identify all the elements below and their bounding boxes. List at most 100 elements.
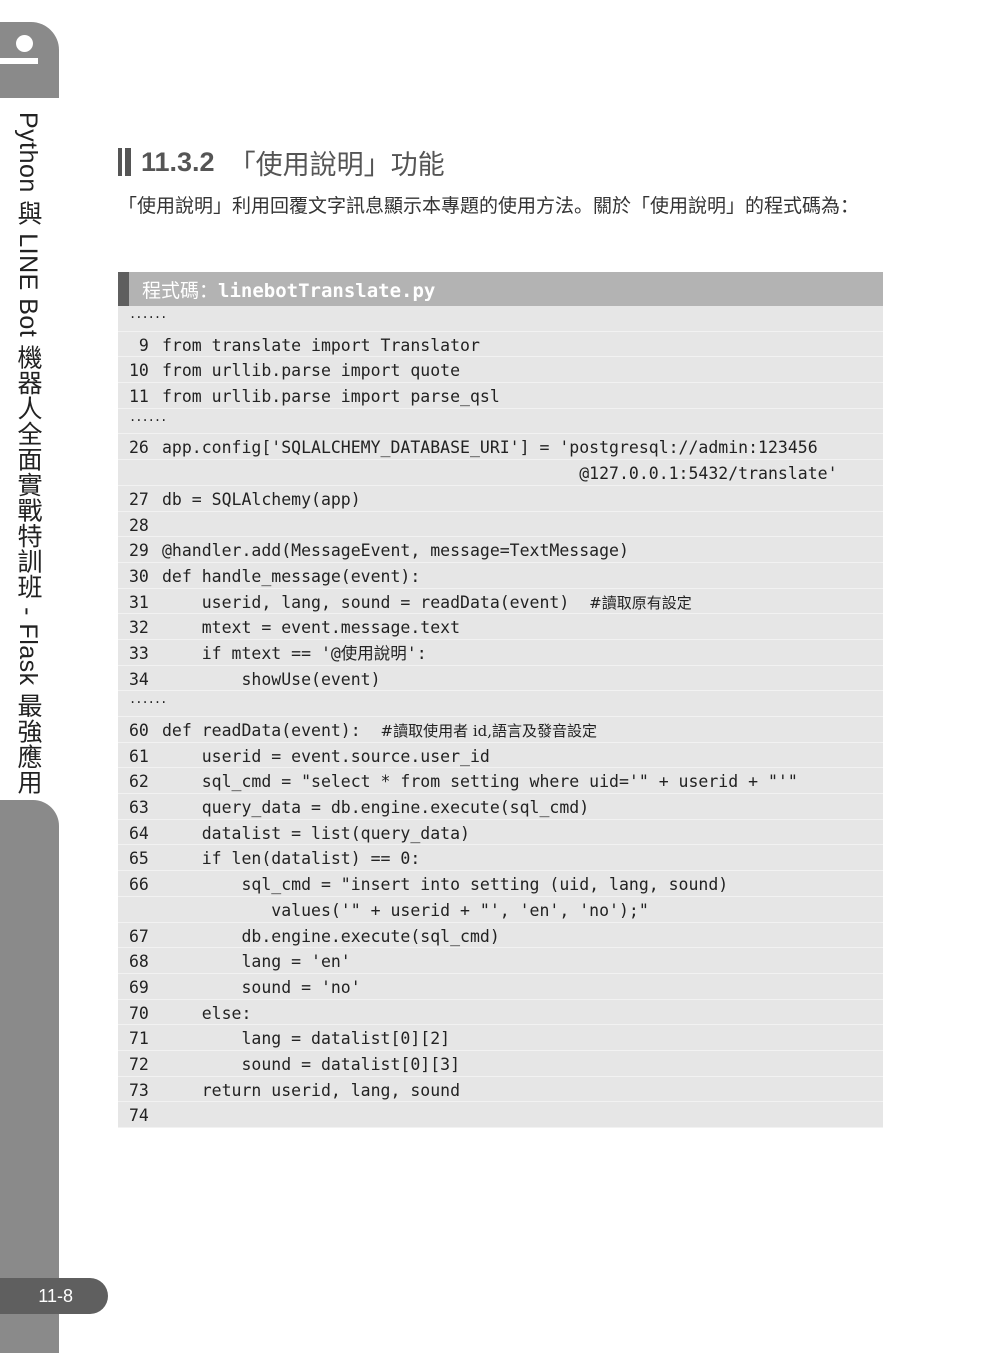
line-number: 28 — [129, 515, 149, 535]
code-line: 61 userid = event.source.user_id — [118, 743, 883, 769]
python-logo-tab — [0, 22, 59, 98]
line-number: 69 — [129, 977, 149, 997]
line-number: 68 — [129, 952, 149, 972]
code-text: app.config['SQLALCHEMY_DATABASE_URI'] = … — [162, 438, 818, 458]
code-text: @127.0.0.1:5432/translate' — [162, 464, 838, 484]
code-line: 31 userid, lang, sound = readData(event)… — [118, 589, 883, 615]
line-number: 26 — [129, 438, 149, 458]
code-text: db.engine.execute(sql_cmd) — [162, 926, 500, 946]
code-line: 30 def handle_message(event): — [118, 563, 883, 589]
line-number: 33 — [129, 643, 149, 663]
line-number: 72 — [129, 1054, 149, 1074]
code-text: sql_cmd = "select * from setting where u… — [162, 772, 798, 792]
code-line: 33 if mtext == '@使用說明': — [118, 640, 883, 666]
code-line: 67 db.engine.execute(sql_cmd) — [118, 923, 883, 949]
code-line: values('" + userid + "', 'en', 'no');" — [118, 897, 883, 923]
code-text: if len(datalist) == 0: — [162, 849, 421, 869]
line-number: 32 — [129, 618, 149, 638]
code-text: sound = datalist[0][3] — [162, 1054, 461, 1074]
code-text: from urllib.parse import quote — [162, 361, 461, 381]
line-number: 63 — [129, 798, 149, 818]
code-text: values('" + userid + "', 'en', 'no');" — [162, 900, 649, 920]
code-line: 66 sql_cmd = "insert into setting (uid, … — [118, 871, 883, 897]
line-number: 61 — [129, 746, 149, 766]
code-line: 11 from urllib.parse import parse_qsl — [118, 383, 883, 409]
code-line: 62 sql_cmd = "select * from setting wher… — [118, 768, 883, 795]
code-line: 10 from urllib.parse import quote — [118, 357, 883, 384]
code-ellipsis: ...... — [118, 306, 883, 332]
code-text: datalist = list(query_data) — [162, 823, 470, 843]
line-number: 66 — [129, 875, 149, 895]
code-line: 74 — [118, 1102, 883, 1128]
code-comment: #讀取使用者 id,語言及發音設定 — [380, 722, 598, 740]
line-number: 30 — [129, 566, 149, 586]
line-number: 73 — [129, 1080, 149, 1100]
line-number: 65 — [129, 849, 149, 869]
code-text: lang = datalist[0][2] — [162, 1029, 451, 1049]
line-number: 74 — [129, 1106, 149, 1126]
code-text: userid, lang, sound = readData(event) #讀… — [162, 592, 692, 612]
code-line: 27 db = SQLAlchemy(app) — [118, 486, 883, 512]
code-line: 65 if len(datalist) == 0: — [118, 845, 883, 872]
code-label: 程式碼： — [142, 280, 219, 302]
code-text: from urllib.parse import parse_qsl — [162, 387, 500, 407]
page-number: 11-8 — [0, 1278, 108, 1314]
code-line: 28 — [118, 512, 883, 538]
code-line: 26 app.config['SQLALCHEMY_DATABASE_URI'] … — [118, 434, 883, 461]
logo-notch — [0, 58, 38, 64]
line-number — [118, 460, 162, 485]
heading-bar-icon — [118, 148, 131, 176]
intro-paragraph: 「使用說明」利用回覆文字訊息顯示本專題的使用方法。關於「使用說明」的程式碼為： — [118, 195, 860, 217]
book-title-vertical: Python 與 LINE Bot 機器人全面實戰特訓班 - Flask 最強應… — [14, 112, 42, 796]
section-title: 「使用說明」功能 — [228, 149, 445, 181]
line-number: 9 — [129, 335, 149, 355]
code-line: 68 lang = 'en' — [118, 948, 883, 974]
code-line: 72 sound = datalist[0][3] — [118, 1051, 883, 1077]
code-text: sound = 'no' — [162, 977, 361, 997]
code-line: 9 from translate import Translator — [118, 332, 883, 358]
code-line: 63 query_data = db.engine.execute(sql_cm… — [118, 794, 883, 820]
code-listing: 程式碼：linebotTranslate.py ...... 9 from tra… — [118, 272, 883, 1128]
line-number — [118, 897, 162, 922]
line-number: 70 — [129, 1003, 149, 1023]
code-line: 71 lang = datalist[0][2] — [118, 1025, 883, 1051]
code-line: 60 def readData(event): #讀取使用者 id,語言及發音設定 — [118, 717, 883, 743]
code-text: def handle_message(event): — [162, 566, 421, 586]
code-body: ...... 9 from translate import Translator… — [118, 306, 883, 1128]
section-heading: 11.3.2 「使用說明」功能 — [118, 144, 445, 181]
code-text: lang = 'en' — [162, 952, 351, 972]
code-line: 34 showUse(event) — [118, 666, 883, 692]
line-number: 62 — [129, 772, 149, 792]
line-number: 10 — [129, 361, 149, 381]
code-line: 73 return userid, lang, sound — [118, 1077, 883, 1103]
code-text: query_data = db.engine.execute(sql_cmd) — [162, 798, 590, 818]
code-line: @127.0.0.1:5432/translate' — [118, 460, 883, 486]
code-text: def readData(event): #讀取使用者 id,語言及發音設定 — [162, 721, 598, 740]
code-line: 69 sound = 'no' — [118, 974, 883, 1000]
code-line: 32 mtext = event.message.text — [118, 614, 883, 640]
line-number: 27 — [129, 489, 149, 509]
code-line: 64 datalist = list(query_data) — [118, 820, 883, 846]
code-filename: linebotTranslate.py — [218, 280, 436, 302]
side-tab — [0, 800, 59, 1353]
line-number: 64 — [129, 823, 149, 843]
code-listing-header: 程式碼：linebotTranslate.py — [118, 272, 883, 306]
line-number: 67 — [129, 926, 149, 946]
code-line: 70 else: — [118, 1000, 883, 1026]
line-number: 34 — [129, 669, 149, 689]
code-text: db = SQLAlchemy(app) — [162, 489, 361, 509]
line-number: 60 — [129, 721, 149, 740]
code-line: 29 @handler.add(MessageEvent, message=Tex… — [118, 537, 883, 563]
line-number: 29 — [129, 541, 149, 561]
code-ellipsis: ...... — [118, 409, 883, 435]
code-text: showUse(event) — [162, 669, 381, 689]
code-text: from translate import Translator — [162, 335, 480, 355]
code-text: mtext = event.message.text — [162, 618, 461, 638]
python-logo-icon — [16, 35, 33, 52]
code-text: return userid, lang, sound — [162, 1080, 461, 1100]
code-text: userid = event.source.user_id — [162, 746, 490, 766]
code-text: if mtext == '@使用說明': — [162, 643, 427, 663]
line-number: 71 — [129, 1029, 149, 1049]
code-comment: #讀取原有設定 — [589, 593, 692, 612]
section-number: 11.3.2 — [141, 146, 215, 177]
